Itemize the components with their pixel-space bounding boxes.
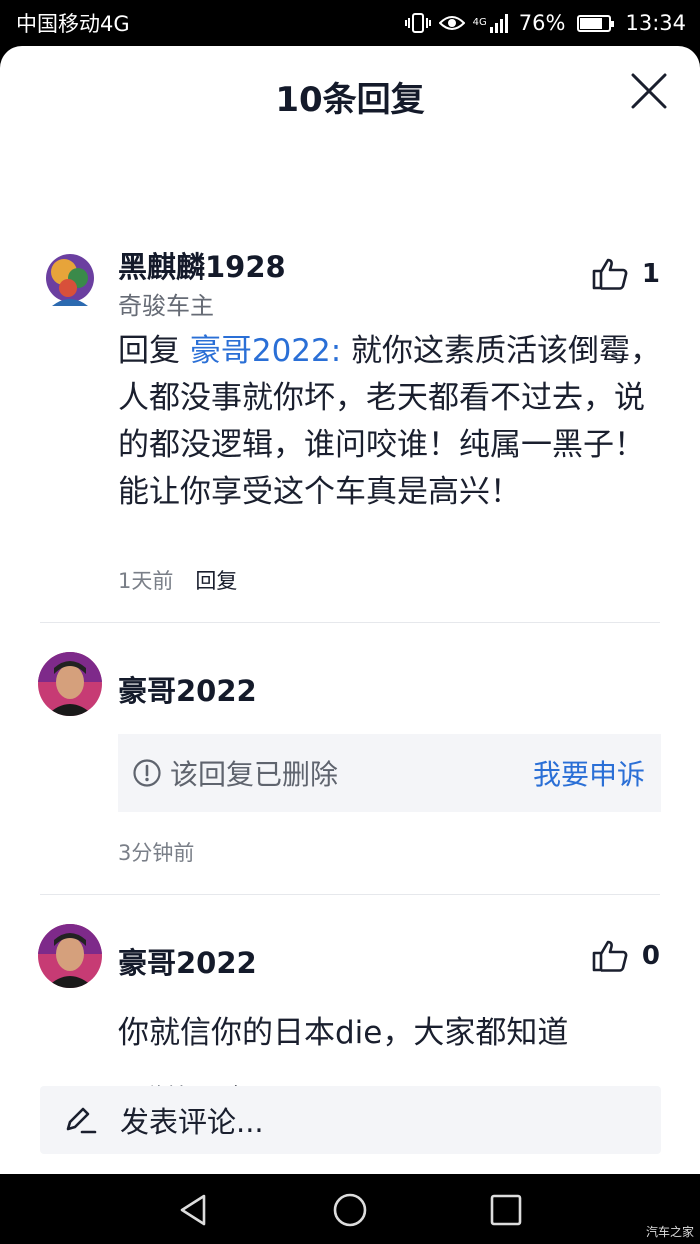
eye-icon <box>438 13 465 33</box>
close-icon <box>631 73 667 109</box>
pencil-icon <box>66 1107 97 1134</box>
comment-username[interactable]: 豪哥2022 <box>118 668 257 710</box>
input-placeholder: 发表评论... <box>120 1105 264 1139</box>
divider <box>40 894 660 895</box>
comment-text: 回复 豪哥2022: 就你这素质活该倒霉，人都没事就你坏，老天都看不过去，说的都… <box>118 328 666 516</box>
like-count: 1 <box>641 259 660 289</box>
back-triangle-icon <box>180 1194 206 1226</box>
close-button[interactable] <box>630 72 668 110</box>
like-button[interactable]: 1 <box>592 258 660 290</box>
reply-prefix: 回复 <box>118 333 190 369</box>
replies-sheet: 10条回复 黑麒麟1928 奇骏车主 1 回复 豪哥2022: 就你这素质活该倒… <box>0 46 700 1174</box>
appeal-button[interactable]: 我要申诉 <box>533 753 645 793</box>
comment-username[interactable]: 黑麒麟1928 <box>118 244 286 286</box>
thumbs-up-icon <box>592 940 628 972</box>
info-icon <box>133 759 161 787</box>
status-icons: 4G 76% 13:34 <box>404 11 686 35</box>
watermark: 汽车之家 <box>645 1225 694 1239</box>
divider <box>40 622 660 623</box>
battery-fill <box>580 17 602 29</box>
recents-button[interactable] <box>488 1192 524 1228</box>
like-count: 0 <box>641 941 660 971</box>
signal-icon: 4G <box>473 13 511 33</box>
clock: 13:34 <box>625 11 686 35</box>
mention-link[interactable]: 豪哥2022: <box>190 333 341 369</box>
avatar[interactable] <box>38 248 102 312</box>
home-button[interactable] <box>332 1192 368 1228</box>
sheet-title: 10条回复 <box>275 80 425 120</box>
recents-square-icon <box>490 1194 522 1226</box>
avatar[interactable] <box>38 652 102 716</box>
carrier-label: 中国移动4G <box>16 12 130 36</box>
comment-input[interactable]: 发表评论... <box>40 1086 661 1154</box>
back-button[interactable] <box>176 1192 212 1228</box>
like-button[interactable]: 0 <box>592 940 660 972</box>
comment-meta: 3分钟前 <box>118 837 194 867</box>
home-circle-icon <box>333 1193 367 1227</box>
deleted-notice: 该回复已删除 我要申诉 <box>118 734 661 812</box>
owner-badge: 奇骏车主 <box>118 292 214 320</box>
vibrate-icon <box>404 12 431 34</box>
comment-meta: 1天前 回复 <box>118 565 237 595</box>
battery-percent: 76% <box>518 11 566 35</box>
battery-icon <box>577 14 615 32</box>
navigation-bar: 汽车之家 <box>0 1174 700 1244</box>
status-bar: 中国移动4G 4G 76% 13:34 <box>0 0 700 46</box>
reply-button[interactable]: 回复 <box>195 565 237 595</box>
avatar[interactable] <box>38 924 102 988</box>
comment-username[interactable]: 豪哥2022 <box>118 940 257 982</box>
comment-text: 你就信你的日本die，大家都知道 <box>118 1015 569 1051</box>
comment-time: 1天前 <box>118 569 174 593</box>
deleted-text: 该回复已删除 <box>170 758 339 791</box>
sheet-header: 10条回复 <box>0 46 700 138</box>
thumbs-up-icon <box>592 258 628 290</box>
comment-time: 3分钟前 <box>118 841 195 865</box>
